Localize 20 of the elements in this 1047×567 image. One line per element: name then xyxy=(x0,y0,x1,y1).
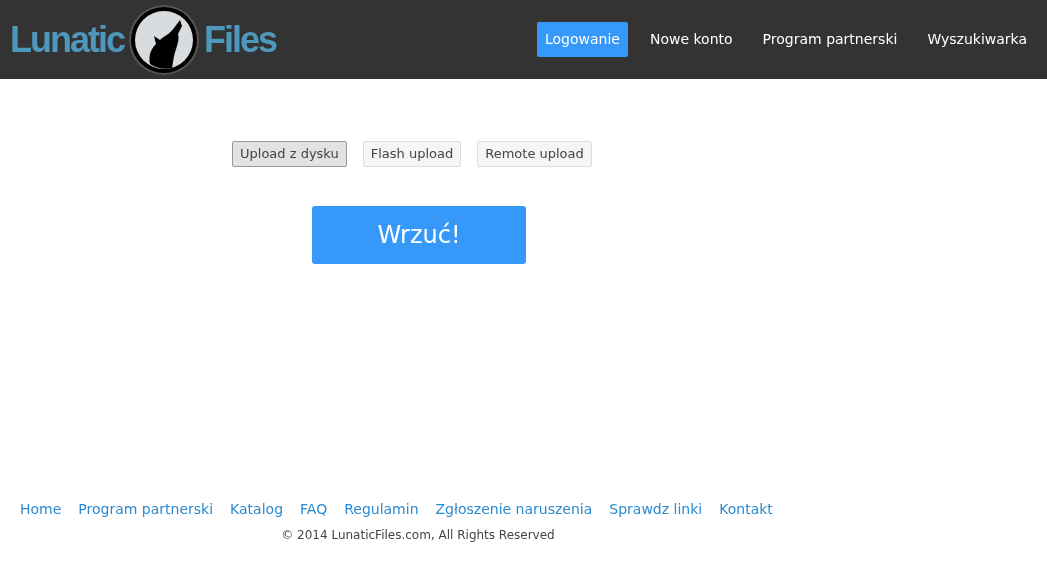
upload-tab[interactable]: Flash upload xyxy=(362,141,462,167)
footer-link[interactable]: Zgłoszenie naruszenia xyxy=(435,499,593,520)
footer-link[interactable]: FAQ xyxy=(300,499,328,520)
nav-link[interactable]: Wyszukiwarka xyxy=(919,22,1035,57)
upload-tab[interactable]: Remote upload xyxy=(477,141,592,167)
wolf-logo-icon xyxy=(128,3,200,76)
copyright-text: © 2014 LunaticFiles.com, All Rights Reserved xyxy=(281,527,555,544)
footer-link[interactable]: Kontakt xyxy=(719,499,773,520)
footer-link[interactable]: Home xyxy=(20,499,62,520)
footer-link[interactable]: Program partnerski xyxy=(78,499,214,520)
logo-text[interactable]: Files xyxy=(204,21,277,58)
submit-button[interactable]: Wrzuć! xyxy=(312,206,526,264)
nav-link[interactable]: Program partnerski xyxy=(754,22,906,57)
footer-link[interactable]: Sprawdz linki xyxy=(609,499,703,520)
nav-link[interactable]: Logowanie xyxy=(536,22,628,57)
upload-tab[interactable]: Upload z dysku xyxy=(232,141,347,167)
logo-text[interactable]: Lunatic xyxy=(10,21,124,58)
footer-link[interactable]: Katalog xyxy=(230,499,284,520)
nav-link[interactable]: Nowe konto xyxy=(641,22,741,57)
footer-link[interactable]: Regulamin xyxy=(344,499,419,520)
